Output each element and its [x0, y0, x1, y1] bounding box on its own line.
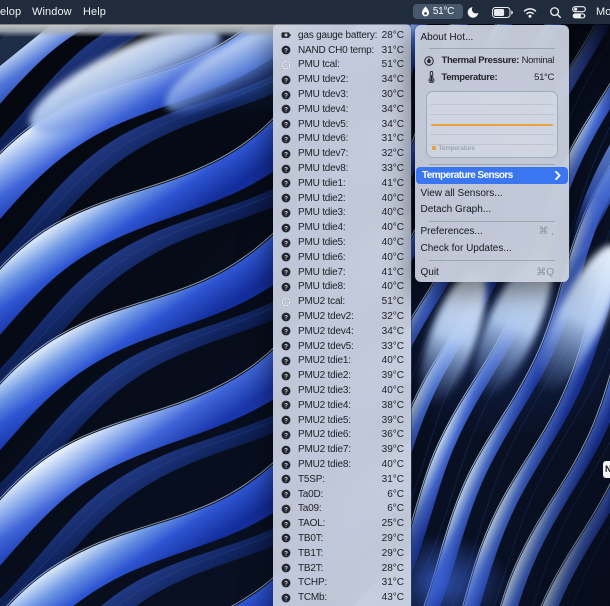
svg-text:?: ?	[284, 284, 288, 291]
svg-text:?: ?	[284, 269, 288, 276]
svg-text:?: ?	[284, 77, 288, 84]
svg-text:?: ?	[284, 240, 288, 247]
svg-text:?: ?	[284, 565, 288, 572]
svg-text:?: ?	[284, 580, 288, 587]
svg-text:?: ?	[284, 329, 288, 336]
svg-text:?: ?	[284, 255, 288, 262]
svg-text:?: ?	[284, 343, 288, 350]
svg-text:?: ?	[284, 225, 288, 232]
svg-text:?: ?	[284, 210, 288, 217]
svg-text:?: ?	[284, 447, 288, 454]
svg-text:?: ?	[284, 432, 288, 439]
svg-text:?: ?	[284, 48, 288, 55]
svg-text:?: ?	[284, 536, 288, 543]
svg-text:?: ?	[284, 491, 288, 498]
svg-text:?: ?	[284, 195, 288, 202]
svg-text:?: ?	[284, 314, 288, 321]
svg-text:?: ?	[284, 358, 288, 365]
svg-text:?: ?	[284, 403, 288, 410]
svg-text:?: ?	[284, 477, 288, 484]
svg-text:?: ?	[284, 122, 288, 129]
svg-text:?: ?	[284, 521, 288, 528]
svg-text:?: ?	[284, 388, 288, 395]
svg-text:?: ?	[284, 462, 288, 469]
svg-text:?: ?	[284, 107, 288, 114]
svg-text:?: ?	[284, 506, 288, 513]
svg-text:?: ?	[284, 136, 288, 143]
svg-text:?: ?	[284, 92, 288, 99]
svg-text:?: ?	[284, 151, 288, 158]
svg-text:?: ?	[284, 417, 288, 424]
svg-text:?: ?	[284, 595, 288, 602]
svg-text:?: ?	[284, 551, 288, 558]
svg-text:?: ?	[284, 166, 288, 173]
svg-text:?: ?	[284, 373, 288, 380]
svg-text:?: ?	[284, 181, 288, 188]
